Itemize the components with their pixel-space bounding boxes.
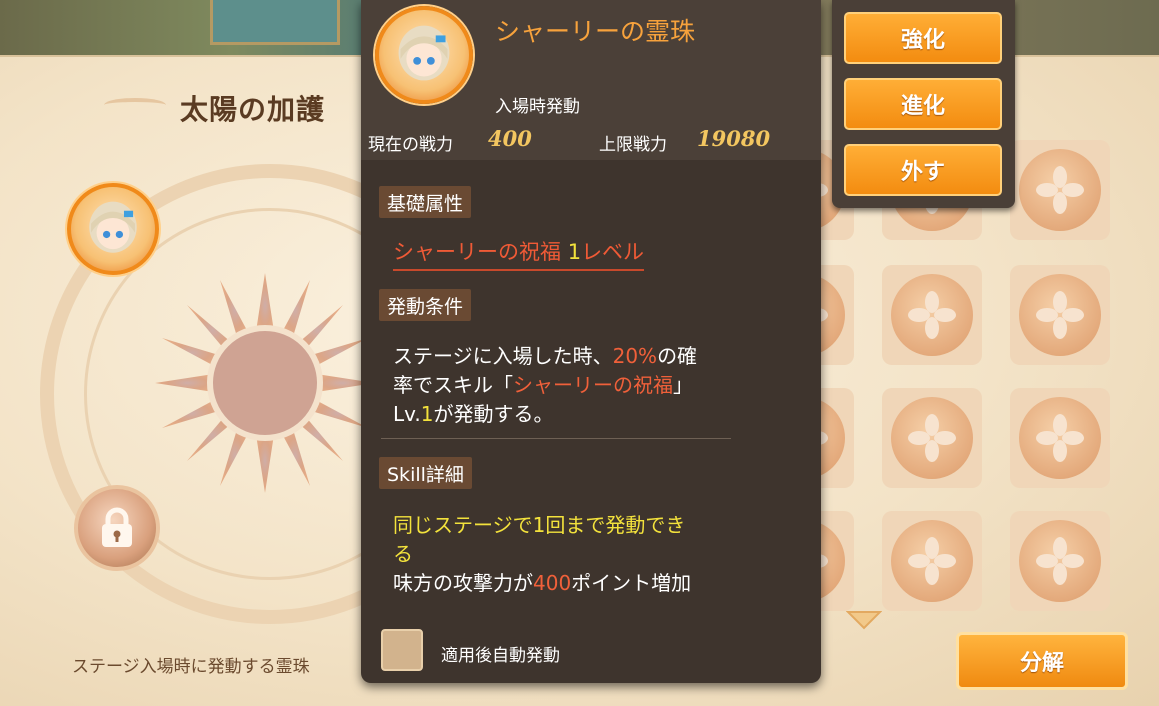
flower-icon (908, 537, 956, 585)
panel-hint: ステージ入場時に発動する霊珠 (72, 657, 310, 677)
flower-icon (908, 414, 956, 462)
condition-level: 1 (420, 402, 434, 426)
flower-icon (1036, 166, 1084, 214)
scenery-tile (210, 0, 340, 45)
base-attr-level: 1 (567, 240, 582, 264)
lock-icon (102, 507, 132, 547)
condition-chance: 20% (612, 344, 658, 368)
slot-placeholder (1019, 397, 1101, 479)
skill-effect-amount: 400 (533, 571, 572, 595)
max-power-value: 19080 (697, 126, 771, 151)
skill-effect-part: ポイント増加 (571, 571, 692, 595)
orb-name: シャーリーの霊珠 (495, 17, 696, 46)
current-power-label: 現在の戦力 (368, 135, 453, 155)
empty-orb-slot[interactable] (1010, 388, 1110, 488)
slot-placeholder (1019, 274, 1101, 356)
base-attr-level-unit: レベル (581, 240, 645, 264)
condition-part: の確 (657, 344, 698, 368)
character-face-icon (398, 25, 450, 81)
skill-effect-part: 味方の攻撃力が (393, 571, 533, 595)
auto-activate-label: 適用後自動発動 (441, 646, 560, 666)
remove-button[interactable]: 外す (844, 144, 1002, 196)
skill-limit-text: 同じステージで1回まで発動でき (393, 513, 686, 537)
condition-part: が発動する。 (433, 402, 554, 426)
skill-limit-text: る (393, 542, 413, 566)
max-power-label: 上限戦力 (599, 135, 667, 155)
chevron-down-icon[interactable] (846, 610, 882, 630)
sun-emblem (155, 273, 375, 493)
auto-activate-checkbox[interactable] (381, 629, 423, 671)
slot-placeholder (1019, 520, 1101, 602)
slot-placeholder (891, 520, 973, 602)
title-ornament (104, 98, 166, 112)
flower-icon (1036, 414, 1084, 462)
skill-detail-text: 同じステージで1回まで発動でき る 味方の攻撃力が400ポイント増加 (393, 511, 793, 598)
base-attr-name: シャーリーの祝福 (393, 240, 568, 264)
condition-part: 率でスキル「 (393, 373, 513, 397)
empty-orb-slot[interactable] (1010, 140, 1110, 240)
empty-orb-slot[interactable] (882, 388, 982, 488)
flower-icon (908, 291, 956, 339)
condition-part: 」 (673, 373, 693, 397)
empty-orb-slot[interactable] (1010, 511, 1110, 611)
condition-part: ステージに入場した時、 (393, 344, 613, 368)
empty-orb-slot[interactable] (882, 265, 982, 365)
orb-icon (375, 6, 473, 104)
section-divider (381, 438, 731, 439)
skill-heading: Skill詳細 (379, 457, 472, 489)
character-face-icon (89, 201, 137, 253)
condition-skill: シャーリーの祝福 (513, 373, 673, 397)
enhance-button[interactable]: 強化 (844, 12, 1002, 64)
base-attr-heading: 基礎属性 (379, 186, 472, 218)
evolve-button[interactable]: 進化 (844, 78, 1002, 130)
condition-heading: 発動条件 (379, 289, 472, 321)
equipped-orb-avatar[interactable] (67, 183, 159, 275)
flower-icon (1036, 537, 1084, 585)
base-attr-value: シャーリーの祝福 1レベル (393, 236, 645, 271)
slot-placeholder (891, 274, 973, 356)
orb-action-menu: 強化 進化 外す (832, 0, 1015, 208)
empty-orb-slot[interactable] (882, 511, 982, 611)
panel-title: 太陽の加護 (180, 93, 326, 126)
current-power-value: 400 (488, 126, 532, 151)
slot-placeholder (1019, 149, 1101, 231)
slot-placeholder (891, 397, 973, 479)
flower-icon (1036, 291, 1084, 339)
orb-trigger-type: 入場時発動 (495, 97, 580, 117)
locked-slot-button[interactable] (74, 485, 160, 571)
condition-part: Lv. (393, 402, 421, 426)
decompose-button[interactable]: 分解 (956, 632, 1128, 690)
condition-text: ステージに入場した時、20%の確 率でスキル「シャーリーの祝福」 Lv.1が発動… (393, 342, 793, 429)
orb-detail-tooltip: シャーリーの霊珠 入場時発動 現在の戦力 400 上限戦力 19080 基礎属性… (361, 0, 821, 683)
empty-orb-slot[interactable] (1010, 265, 1110, 365)
